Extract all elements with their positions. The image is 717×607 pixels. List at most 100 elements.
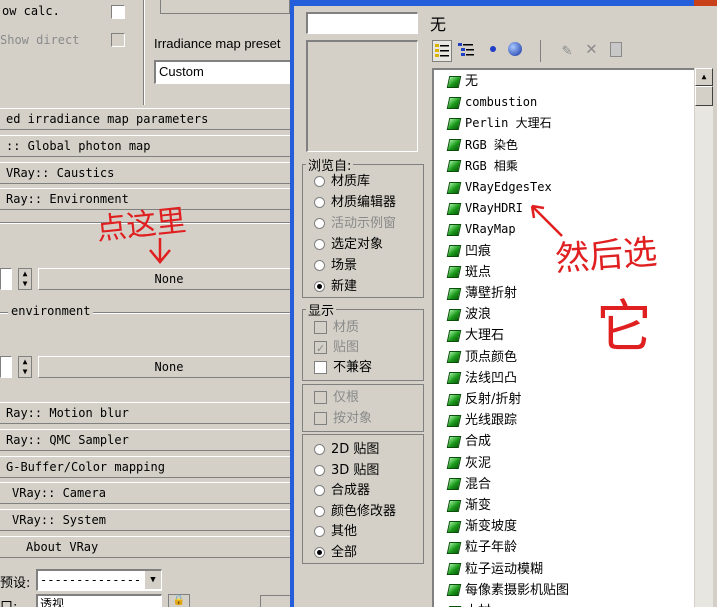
map-list-item[interactable]: 光线跟踪 bbox=[446, 410, 517, 431]
show-direct-checkbox[interactable] bbox=[111, 33, 125, 47]
root-checkbox[interactable] bbox=[314, 391, 327, 404]
map-list-item[interactable]: 顶点颜色 bbox=[446, 347, 517, 368]
browse-from-option[interactable]: 新建 bbox=[314, 277, 357, 297]
update-scene-icon[interactable]: ✎ bbox=[562, 40, 572, 59]
map-type-radio[interactable] bbox=[314, 485, 325, 496]
search-input[interactable] bbox=[306, 12, 418, 34]
map-type-radio[interactable] bbox=[314, 505, 325, 517]
map-list-item[interactable]: 粒子运动模糊 bbox=[446, 559, 543, 580]
large-sphere-icon[interactable] bbox=[508, 42, 522, 56]
scroll-thumb[interactable] bbox=[695, 86, 713, 106]
browse-from-radio[interactable] bbox=[314, 239, 325, 250]
calc-checkbox[interactable] bbox=[111, 5, 125, 19]
rollout-about[interactable]: About VRay bbox=[0, 536, 300, 558]
browse-from-radio[interactable] bbox=[314, 176, 325, 187]
map-list-item[interactable]: 木材 bbox=[446, 601, 491, 607]
show-option[interactable]: 不兼容 bbox=[314, 358, 372, 378]
chevron-down-icon[interactable]: ▼ bbox=[145, 571, 161, 589]
env-override-checkbox[interactable] bbox=[0, 268, 12, 290]
browse-from-radio[interactable] bbox=[314, 260, 325, 271]
rollout-caustics[interactable]: VRay:: Caustics bbox=[0, 162, 300, 184]
map-list-item[interactable]: 无 bbox=[446, 71, 478, 92]
render-button-stub[interactable] bbox=[260, 595, 292, 607]
map-type-option[interactable]: 2D 贴图 bbox=[314, 440, 379, 460]
map-list-item[interactable]: 斑点 bbox=[446, 262, 491, 283]
map-list-item[interactable]: 波浪 bbox=[446, 304, 491, 325]
map-type-radio[interactable] bbox=[314, 546, 325, 558]
rollout-global-photon-map[interactable]: :: Global photon map bbox=[0, 135, 300, 157]
map-list-item[interactable]: 合成 bbox=[446, 431, 491, 452]
clear-icon[interactable] bbox=[610, 42, 622, 57]
browse-from-option[interactable]: 选定对象 bbox=[314, 235, 383, 255]
top-button-stub[interactable] bbox=[160, 0, 290, 14]
rollout-motion-blur-label: Ray:: Motion blur bbox=[6, 406, 129, 420]
view-dropdown[interactable]: 透视 bbox=[36, 594, 162, 607]
root-checkbox[interactable] bbox=[314, 412, 327, 425]
browse-from-radio[interactable] bbox=[314, 197, 325, 208]
scroll-up-icon[interactable]: ▲ bbox=[695, 68, 713, 86]
env-multiplier-spinner[interactable]: ▲ ▼ bbox=[18, 268, 32, 290]
close-icon[interactable] bbox=[694, 0, 717, 6]
map-type-option[interactable]: 其他 bbox=[314, 522, 357, 542]
map-list-item[interactable]: 混合 bbox=[446, 474, 491, 495]
map-list-item[interactable]: 每像素摄影机贴图 bbox=[446, 580, 569, 601]
map-list-item[interactable]: Perlin 大理石 bbox=[446, 113, 552, 134]
map-list-item[interactable]: 薄壁折射 bbox=[446, 283, 517, 304]
env-refl-multiplier-spinner[interactable]: ▲ ▼ bbox=[18, 356, 32, 378]
tree-view-button[interactable] bbox=[456, 40, 476, 62]
browse-from-radio[interactable] bbox=[314, 281, 325, 292]
map-list-item[interactable]: 凹痕 bbox=[446, 241, 491, 262]
show-checkbox[interactable] bbox=[314, 361, 327, 374]
browse-from-option[interactable]: 材质编辑器 bbox=[314, 193, 396, 213]
map-list-item[interactable]: RGB 染色 bbox=[446, 135, 518, 156]
show-option[interactable]: 贴图 bbox=[314, 338, 359, 359]
env-map-none-button[interactable]: None bbox=[38, 268, 300, 290]
map-list-item[interactable]: 大理石 bbox=[446, 325, 504, 346]
map-list-item[interactable]: 法线凹凸 bbox=[446, 368, 517, 389]
map-list-scrollbar[interactable]: ▲ bbox=[695, 68, 713, 607]
map-type-option[interactable]: 3D 贴图 bbox=[314, 461, 379, 481]
map-list-item[interactable]: 渐变 bbox=[446, 495, 491, 516]
show-option[interactable]: 材质 bbox=[314, 318, 359, 338]
map-list-item[interactable]: 灰泥 bbox=[446, 453, 491, 474]
browse-from-option[interactable]: 场景 bbox=[314, 256, 357, 276]
map-type-radio[interactable] bbox=[314, 464, 325, 476]
map-type-option[interactable]: 全部 bbox=[314, 543, 357, 563]
rollout-camera[interactable]: VRay:: Camera bbox=[0, 482, 300, 504]
map-list-item[interactable]: VRayMap bbox=[446, 219, 516, 240]
map-list-item[interactable]: 粒子年龄 bbox=[446, 537, 517, 558]
map-list-item[interactable]: VRayEdgesTex bbox=[446, 177, 552, 198]
delete-icon[interactable]: ✕ bbox=[586, 38, 597, 59]
map-type-radio[interactable] bbox=[314, 444, 325, 455]
map-type-icon bbox=[446, 541, 462, 554]
preset-dropdown[interactable]: -------------- ▼ bbox=[36, 569, 162, 591]
show-checkbox[interactable] bbox=[314, 339, 327, 359]
map-list-item[interactable]: combustion bbox=[446, 92, 537, 113]
browse-from-radio[interactable] bbox=[314, 218, 325, 229]
rollout-advanced-irradiance[interactable]: ed irradiance map parameters bbox=[0, 108, 300, 130]
map-type-option[interactable]: 合成器 bbox=[314, 481, 370, 501]
browse-from-option[interactable]: 材质库 bbox=[314, 172, 370, 192]
lock-icon[interactable]: 🔒 bbox=[168, 594, 190, 607]
map-list-item[interactable]: RGB 相乘 bbox=[446, 156, 518, 177]
show-checkbox[interactable] bbox=[314, 321, 327, 334]
map-type-radio[interactable] bbox=[314, 526, 325, 537]
map-list-item[interactable]: VRayHDRI bbox=[446, 198, 523, 219]
rollout-gbuffer[interactable]: G-Buffer/Color mapping bbox=[0, 456, 300, 478]
browse-from-option[interactable]: 活动示例窗 bbox=[314, 214, 396, 234]
env-refl-override-checkbox[interactable] bbox=[0, 356, 12, 378]
map-list[interactable]: 无 combustion Perlin 大理石 RGB 染色 RGB 相乘 VRayEdg… bbox=[432, 68, 694, 607]
root-option[interactable]: 仅根 bbox=[314, 388, 359, 408]
rollout-motion-blur[interactable]: Ray:: Motion blur bbox=[0, 402, 300, 424]
env-refl-map-none-button[interactable]: None bbox=[38, 356, 300, 378]
map-list-item[interactable]: 渐变坡度 bbox=[446, 516, 517, 537]
map-type-option[interactable]: 颜色修改器 bbox=[314, 502, 396, 522]
rollout-system[interactable]: VRay:: System bbox=[0, 509, 300, 531]
root-option[interactable]: 按对象 bbox=[314, 409, 372, 429]
group-divider-highlight bbox=[144, 0, 145, 105]
rollout-qmc-sampler[interactable]: Ray:: QMC Sampler bbox=[0, 429, 300, 451]
map-list-item[interactable]: 反射/折射 bbox=[446, 389, 521, 410]
list-view-button[interactable] bbox=[432, 40, 452, 62]
irradiance-preset-dropdown[interactable]: Custom bbox=[154, 60, 294, 84]
small-sphere-icon[interactable] bbox=[490, 46, 496, 52]
